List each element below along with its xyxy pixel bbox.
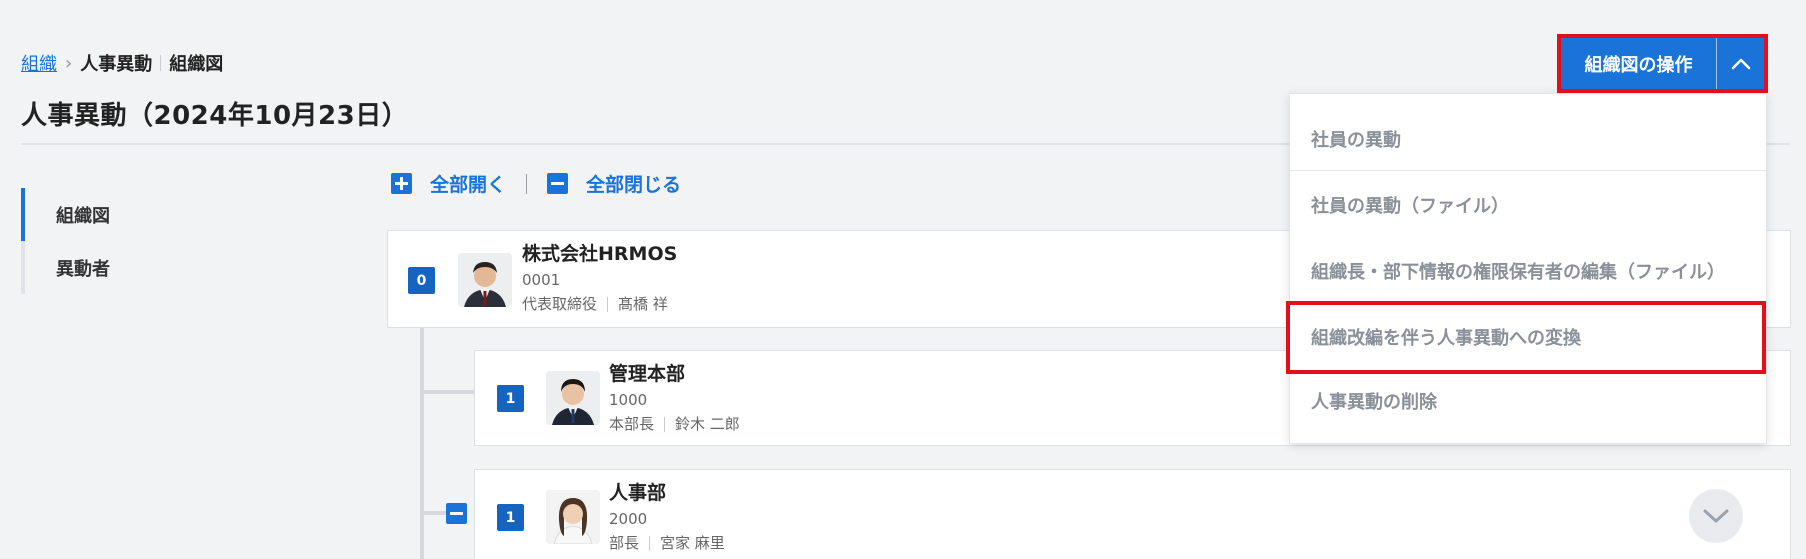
sidenav-item-label: 異動者 <box>56 258 110 280</box>
tree-connector-horizontal <box>424 390 474 394</box>
org-unit-name: 管理本部 <box>609 363 686 385</box>
menu-item-employee-transfer-file[interactable]: 社員の異動（ファイル） <box>1311 192 1509 218</box>
org-unit-info: 人事部 2000 部長 宮家 麻里 <box>609 482 725 552</box>
menu-item-edit-authority-file[interactable]: 組織長・部下情報の権限保有者の編集（ファイル） <box>1311 258 1725 284</box>
sidenav-item-org-chart[interactable]: 組織図 <box>21 188 351 241</box>
head-name: 鈴木 二郎 <box>675 415 740 433</box>
breadcrumb-item-transfer: 人事異動 <box>80 54 153 75</box>
role-divider <box>649 535 651 551</box>
menu-divider <box>1290 170 1766 171</box>
org-unit-code: 0001 <box>522 271 561 289</box>
head-name: 宮家 麻里 <box>660 534 725 552</box>
org-unit-card[interactable]: 1 人事部 2000 部長 宮家 麻里 <box>474 469 1791 559</box>
minus-square-icon[interactable] <box>547 173 569 194</box>
menu-item-employee-transfer[interactable]: 社員の異動 <box>1311 126 1401 152</box>
head-position: 代表取締役 <box>522 295 598 313</box>
controls-divider <box>526 173 528 194</box>
org-unit-head: 代表取締役 髙橋 祥 <box>522 295 677 313</box>
org-unit-info: 株式会社HRMOS 0001 代表取締役 髙橋 祥 <box>522 243 677 313</box>
tree-controls: 全部開く 全部閉じる <box>391 170 681 197</box>
org-unit-info: 管理本部 1000 本部長 鈴木 二郎 <box>609 363 740 433</box>
expand-all-button[interactable]: 全部開く <box>430 170 506 197</box>
head-position: 本部長 <box>609 415 655 433</box>
breadcrumb-item-org-chart: 組織図 <box>169 54 224 75</box>
avatar <box>546 490 600 544</box>
level-badge: 1 <box>497 385 524 412</box>
page-title: 人事異動（2024年10月23日） <box>21 101 409 131</box>
breadcrumb-divider <box>160 55 162 71</box>
avatar <box>546 371 600 425</box>
tree-connector-horizontal <box>424 511 446 515</box>
sidenav-item-label: 組織図 <box>56 205 110 227</box>
side-nav: 組織図 異動者 <box>21 188 351 294</box>
operations-menu: 社員の異動 社員の異動（ファイル） 組織長・部下情報の権限保有者の編集（ファイル… <box>1289 93 1767 444</box>
head-name: 髙橋 祥 <box>618 295 668 313</box>
expand-node-button[interactable] <box>1689 489 1743 543</box>
org-unit-name: 人事部 <box>609 482 667 504</box>
breadcrumb-link-organization[interactable]: 組織 <box>21 50 57 76</box>
level-badge: 1 <box>497 504 524 531</box>
breadcrumb-chevron-icon: › <box>65 52 73 74</box>
collapse-all-button[interactable]: 全部閉じる <box>586 170 681 197</box>
role-divider <box>607 296 609 312</box>
collapse-node-icon[interactable] <box>446 503 467 524</box>
menu-item-delete-transfer[interactable]: 人事異動の削除 <box>1311 388 1437 414</box>
tree-connector-vertical <box>420 328 424 559</box>
sidenav-item-transferees[interactable]: 異動者 <box>21 241 351 294</box>
chevron-down-icon <box>1703 509 1729 523</box>
avatar <box>458 253 512 307</box>
org-unit-name: 株式会社HRMOS <box>522 243 678 265</box>
org-unit-code: 2000 <box>609 510 648 528</box>
head-position: 部長 <box>609 534 640 552</box>
highlight-operations-button <box>1557 34 1768 93</box>
plus-square-icon[interactable] <box>391 173 412 194</box>
level-badge: 0 <box>408 267 435 294</box>
org-unit-head: 本部長 鈴木 二郎 <box>609 415 740 433</box>
breadcrumb: 組織 › 人事異動 組織図 <box>21 50 223 76</box>
org-unit-head: 部長 宮家 麻里 <box>609 534 725 552</box>
highlight-menu-item <box>1286 301 1766 374</box>
role-divider <box>664 416 666 432</box>
org-unit-code: 1000 <box>609 391 648 409</box>
